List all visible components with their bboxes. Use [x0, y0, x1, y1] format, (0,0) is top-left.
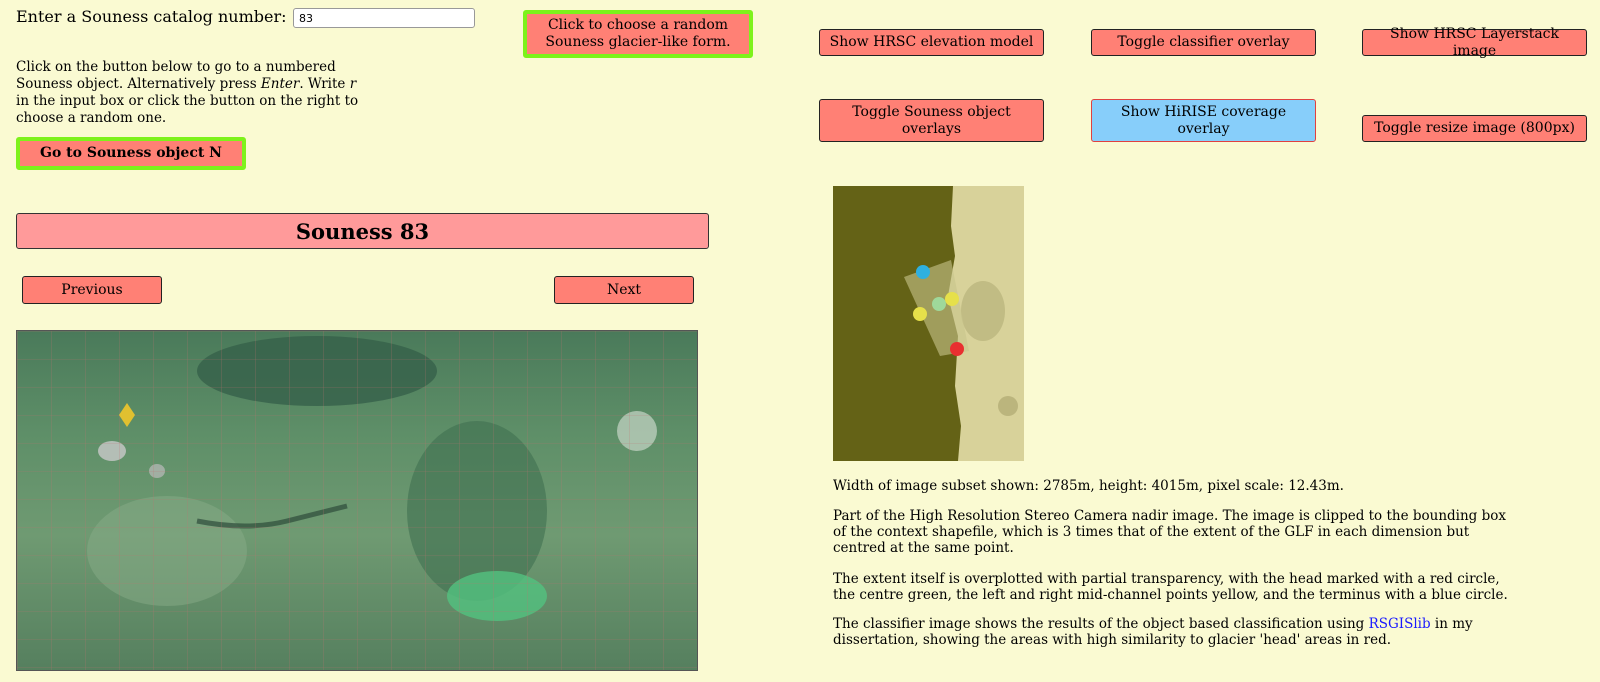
toggle-resize-button[interactable]: Toggle resize image (800px) — [1362, 115, 1587, 142]
catalog-number-input[interactable] — [293, 8, 475, 28]
hrsc-elevation-button[interactable]: Show HRSC elevation model — [819, 29, 1044, 56]
centre-marker — [932, 297, 946, 311]
terminus-marker — [916, 265, 930, 279]
subset-size-text: Width of image subset shown: 2785m, heig… — [833, 478, 1344, 494]
catalog-label: Enter a Souness catalog number: — [16, 7, 287, 26]
rsgislib-link[interactable]: RSGISlib — [1369, 616, 1431, 632]
next-button[interactable]: Next — [554, 276, 694, 304]
head-marker — [950, 342, 964, 356]
object-title: Souness 83 — [16, 213, 709, 249]
left-midpoint-marker — [913, 307, 927, 321]
right-midpoint-marker — [945, 292, 959, 306]
hrsc-subset-image — [833, 186, 1024, 461]
go-to-object-button[interactable]: Go to Souness object N — [16, 137, 246, 170]
hrsc-layerstack-button[interactable]: Show HRSC Layerstack image — [1362, 26, 1587, 59]
hirise-coverage-button[interactable]: Show HiRISE coverage overlay — [1091, 99, 1316, 142]
classifier-description-text: The classifier image shows the results o… — [833, 616, 1473, 648]
toggle-classifier-button[interactable]: Toggle classifier overlay — [1091, 29, 1316, 56]
mars-map-graphic — [17, 331, 697, 670]
previous-button[interactable]: Previous — [22, 276, 162, 304]
random-object-button[interactable]: Click to choose a random Souness glacier… — [523, 10, 753, 58]
extent-description-text: The extent itself is overplotted with pa… — [833, 571, 1508, 603]
mars-overview-map[interactable] — [16, 330, 698, 671]
hrsc-subset-graphic — [833, 186, 1024, 461]
toggle-souness-overlays-button[interactable]: Toggle Souness object overlays — [819, 99, 1044, 142]
help-text: Click on the button below to go to a num… — [16, 59, 359, 126]
hrsc-description-text: Part of the High Resolution Stereo Camer… — [833, 508, 1507, 556]
